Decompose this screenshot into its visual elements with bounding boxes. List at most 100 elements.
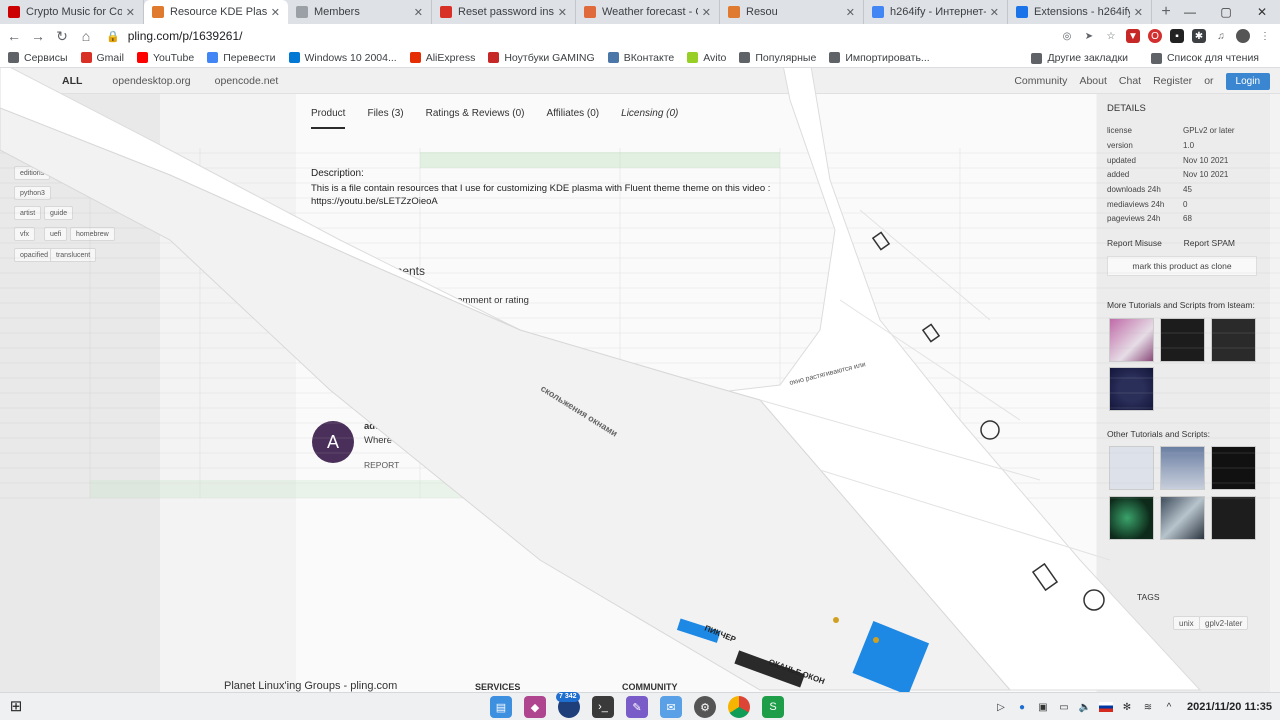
files-app-icon[interactable]: ▤ bbox=[490, 696, 512, 718]
close-icon[interactable]: ✕ bbox=[558, 6, 567, 19]
editor-app-icon[interactable]: ✎ bbox=[626, 696, 648, 718]
bookmark-other[interactable]: Другие закладки bbox=[1031, 52, 1128, 64]
gmail-icon bbox=[80, 52, 92, 63]
tab-title: Weather forecast - Open bbox=[602, 6, 698, 18]
clipboard-icon[interactable]: ▭ bbox=[1057, 700, 1071, 714]
gear-icon bbox=[829, 52, 841, 63]
bookmark-gaming[interactable]: Ноутбуки GAMING bbox=[488, 52, 595, 64]
menu-dots-icon[interactable]: ⋮ bbox=[1258, 29, 1272, 43]
terminal-app-icon[interactable]: ›_ bbox=[592, 696, 614, 718]
reading-list[interactable]: Список для чтения bbox=[1150, 52, 1259, 64]
extension-icons: ◎ ➤ ☆ ▼ O ▪ ✱ ♫ ⋮ bbox=[1060, 24, 1272, 48]
opera-icon[interactable]: O bbox=[1148, 29, 1162, 43]
forward-arrow-icon[interactable]: → bbox=[26, 24, 50, 48]
tab-title: Extensions - h264ify bbox=[1034, 6, 1130, 18]
play-icon[interactable]: ▷ bbox=[994, 700, 1008, 714]
bookmark-services[interactable]: Сервисы bbox=[8, 52, 68, 64]
tab-title: Resource KDE Plasma Flu bbox=[170, 6, 267, 18]
color-app-icon[interactable]: ◆ bbox=[524, 696, 546, 718]
browser-tab-active[interactable]: Resource KDE Plasma Flu ✕ bbox=[144, 0, 288, 24]
close-icon[interactable]: ✕ bbox=[846, 6, 855, 19]
reload-icon[interactable]: ↻ bbox=[50, 24, 74, 48]
keyboard-layout-flag-icon[interactable] bbox=[1098, 702, 1113, 712]
media-icon[interactable]: ♫ bbox=[1214, 29, 1228, 43]
puzzle-ext-icon[interactable]: ▪ bbox=[1170, 29, 1184, 43]
browser-tab[interactable]: Reset password instructi ✕ bbox=[432, 0, 576, 24]
window-close-icon[interactable]: ✕ bbox=[1244, 0, 1280, 24]
shield-icon bbox=[488, 52, 500, 63]
bookmark-avito[interactable]: Avito bbox=[687, 52, 726, 64]
bookmark-popular[interactable]: Популярные bbox=[739, 52, 816, 64]
extensions-icon[interactable]: ✱ bbox=[1192, 29, 1206, 43]
footer-brand: Planet Linux'ing Groups - pling.com bbox=[224, 680, 398, 692]
url-text: pling.com/p/1639261/ bbox=[127, 29, 243, 43]
folder-icon bbox=[739, 52, 751, 63]
browser-tab[interactable]: Members ✕ bbox=[288, 0, 432, 24]
home-icon[interactable]: ⌂ bbox=[74, 24, 98, 48]
settings-app-icon[interactable]: ⚙ bbox=[694, 696, 716, 718]
bookmark-gmail[interactable]: Gmail bbox=[80, 52, 124, 64]
update-badge: 7 342 bbox=[556, 692, 580, 702]
folder-icon bbox=[1031, 52, 1043, 64]
screenshot-icon[interactable]: ▣ bbox=[1036, 700, 1050, 714]
bookmark-import[interactable]: Импортировать... bbox=[829, 52, 930, 64]
sheets-app-icon[interactable]: S bbox=[762, 696, 784, 718]
bluetooth-icon[interactable]: ✻ bbox=[1120, 700, 1134, 714]
chevron-up-icon[interactable]: ^ bbox=[1162, 700, 1176, 714]
chrome-app-icon[interactable] bbox=[728, 696, 750, 718]
windows-icon bbox=[288, 52, 300, 63]
browser-tab[interactable]: Crypto Music for Cod ✕ bbox=[0, 0, 144, 24]
browser-tab[interactable]: Resou ✕ bbox=[720, 0, 864, 24]
pling-icon bbox=[728, 6, 740, 18]
clock[interactable]: 2021/11/20 11:35 bbox=[1187, 701, 1272, 713]
tab-strip: Crypto Music for Cod ✕ Resource KDE Plas… bbox=[0, 0, 1280, 24]
wifi-icon[interactable]: ≋ bbox=[1141, 700, 1155, 714]
web-page: ALL opendesktop.org opencode.net Communi… bbox=[0, 68, 1280, 692]
close-icon[interactable]: ✕ bbox=[702, 6, 711, 19]
pling-icon bbox=[152, 6, 164, 18]
list-icon bbox=[1150, 52, 1162, 64]
globe-icon bbox=[296, 6, 308, 18]
vk-icon bbox=[607, 52, 619, 63]
update-icon[interactable]: ● bbox=[1015, 700, 1029, 714]
avito-icon bbox=[687, 52, 699, 63]
youtube-icon bbox=[136, 52, 148, 63]
bookmark-vk[interactable]: ВКонтакте bbox=[607, 52, 674, 64]
close-icon[interactable]: ✕ bbox=[1134, 6, 1143, 19]
bookmark-translate[interactable]: Перевести bbox=[207, 52, 276, 64]
close-icon[interactable]: ✕ bbox=[414, 6, 423, 19]
volume-icon[interactable]: 🔈 bbox=[1078, 700, 1092, 714]
close-icon[interactable]: ✕ bbox=[990, 6, 999, 19]
browser-tab[interactable]: h264ify - Интернет-магаз ✕ bbox=[864, 0, 1008, 24]
close-icon[interactable]: ✕ bbox=[271, 6, 280, 19]
bookmark-youtube[interactable]: YouTube bbox=[136, 52, 194, 64]
wobbly-window-overlay: окно растягиваются или скольжения окнами… bbox=[0, 68, 1202, 692]
maximize-icon[interactable]: ▢ bbox=[1208, 0, 1244, 24]
minimize-icon[interactable]: — bbox=[1172, 0, 1208, 24]
browser-tab[interactable]: Extensions - h264ify ✕ bbox=[1008, 0, 1152, 24]
eye-off-icon[interactable]: ◎ bbox=[1060, 29, 1074, 43]
tab-title: Members bbox=[314, 6, 360, 18]
browser-toolbar: ← → ↻ ⌂ 🔒 pling.com/p/1639261/ ◎ ➤ ☆ ▼ O… bbox=[0, 24, 1280, 48]
footer-community: COMMUNITY bbox=[622, 682, 678, 692]
browser-tab[interactable]: Weather forecast - Open ✕ bbox=[576, 0, 720, 24]
mail-app-icon[interactable]: ✉ bbox=[660, 696, 682, 718]
weather-icon bbox=[584, 6, 596, 18]
star-icon[interactable]: ☆ bbox=[1104, 29, 1118, 43]
back-arrow-icon[interactable]: ← bbox=[2, 24, 26, 48]
address-bar[interactable]: 🔒 pling.com/p/1639261/ bbox=[106, 29, 242, 43]
avatar[interactable] bbox=[1236, 29, 1250, 43]
system-tray: ▷ ● ▣ ▭ 🔈 ✻ ≋ ^ 2021/11/20 11:35 bbox=[994, 693, 1272, 720]
close-icon[interactable]: ✕ bbox=[126, 6, 135, 19]
footer-services: SERVICES bbox=[475, 682, 521, 692]
tab-title: Reset password instructi bbox=[458, 6, 554, 18]
taskbar-apps: ▤ ◆ 7 342 ›_ ✎ ✉ ⚙ S bbox=[490, 692, 784, 718]
tab-title: Resou bbox=[746, 6, 778, 18]
send-icon[interactable]: ➤ bbox=[1082, 29, 1096, 43]
shield-icon[interactable]: ▼ bbox=[1126, 29, 1140, 43]
bookmark-aliexpress[interactable]: AliExpress bbox=[409, 52, 475, 64]
bookmark-windows[interactable]: Windows 10 2004... bbox=[288, 52, 397, 64]
start-menu-icon[interactable]: ⊞ bbox=[8, 699, 24, 715]
yellow-dot bbox=[833, 617, 839, 623]
discover-app-icon[interactable]: 7 342 bbox=[556, 692, 580, 718]
